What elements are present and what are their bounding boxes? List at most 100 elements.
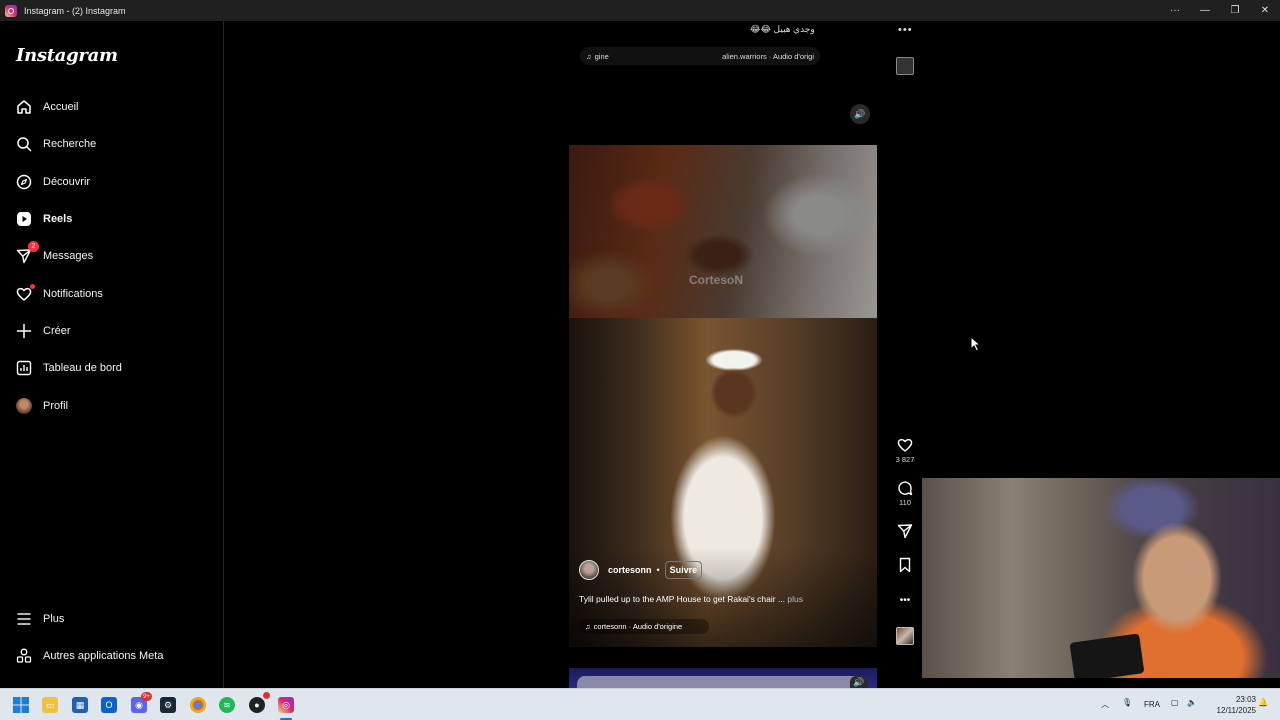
microphone-icon[interactable]: 🎙 (1122, 698, 1132, 707)
caption-more-link[interactable]: plus (787, 594, 803, 604)
outlook-icon[interactable]: O (101, 697, 117, 713)
volume-icon[interactable]: 🔊 (850, 104, 870, 124)
sidebar-item-label: Recherche (43, 138, 97, 150)
previous-reel-caption: وجدي هبيل 😂😂 (750, 24, 815, 34)
author-avatar[interactable] (579, 560, 599, 580)
more-options-icon[interactable]: ••• (896, 591, 914, 609)
audio-text-right: alien.warriors · Audio d'origi (722, 51, 814, 61)
sidebar-item-label: Accueil (43, 101, 79, 113)
sidebar-item-create[interactable]: Créer (16, 319, 206, 343)
sidebar: Instagram Accueil Recherche Découvrir Re… (0, 21, 224, 688)
video-watermark: CortesoN (689, 273, 744, 287)
separator: • (656, 565, 660, 575)
instagram-logo[interactable]: Instagram (16, 45, 118, 66)
chrome-icon[interactable] (190, 697, 206, 713)
close-button[interactable]: ✕ (1250, 0, 1280, 21)
follow-button[interactable]: Suivre (664, 561, 703, 579)
messenger-icon: 2 (16, 241, 39, 264)
obs-icon[interactable]: ● (249, 692, 270, 713)
like-action[interactable]: 3 827 (893, 436, 917, 464)
comment-action[interactable]: 110 (893, 479, 917, 507)
save-action[interactable] (893, 556, 917, 574)
reel-audio[interactable]: ♫ cortesonn · Audio d'origine (579, 619, 709, 634)
network-icon[interactable]: ▢ (1171, 698, 1179, 707)
more-action[interactable]: ••• (893, 591, 917, 609)
instagram-taskbar-icon[interactable]: ◎ (278, 697, 294, 713)
taskbar-clock[interactable]: 23:03 12/11/2025 (1204, 694, 1256, 716)
minimize-button[interactable]: — (1190, 0, 1220, 21)
heart-icon (16, 284, 35, 302)
sidebar-item-label: Notifications (43, 288, 103, 300)
sidebar-item-reels[interactable]: Reels (16, 207, 206, 231)
steam-icon[interactable]: ⚙ (160, 697, 176, 713)
volume-icon[interactable]: 🔊 (850, 676, 868, 688)
sidebar-item-messages[interactable]: 2 Messages (16, 241, 206, 268)
bookmark-icon[interactable] (896, 556, 914, 574)
previous-reel-audio[interactable]: ♫ gine alien.warriors · Audio d'origi (580, 47, 820, 65)
windows-start-icon[interactable] (13, 697, 29, 713)
microphone (1069, 633, 1145, 678)
notification-bell-icon[interactable]: 🔔 (1258, 698, 1268, 707)
sidebar-item-home[interactable]: Accueil (16, 95, 206, 119)
share-action[interactable] (893, 522, 917, 540)
video-top-clip: CortesoN (569, 145, 877, 318)
caption-text: Tylil pulled up to the AMP House to get … (579, 594, 786, 604)
reel-caption: Tylil pulled up to the AMP House to get … (579, 594, 803, 604)
store-icon[interactable]: ▦ (72, 697, 88, 713)
avatar (16, 398, 32, 414)
sidebar-item-more[interactable]: Plus (16, 607, 206, 631)
audio-text-left: gine (594, 51, 609, 61)
discord-badge: 9+ (141, 692, 152, 701)
dashboard-icon (16, 360, 32, 376)
language-indicator[interactable]: FRA (1144, 700, 1160, 709)
notification-dot (30, 284, 35, 289)
compass-icon (16, 174, 32, 190)
reels-icon (16, 211, 32, 227)
taskbar: ▭ ▦ O ◉ 9+ ⚙ ≋ ● ◎ ︿ 🎙 FRA ▢ 🔈 23:03 12/… (0, 688, 1280, 720)
meta-apps-icon (16, 648, 32, 664)
reel-author: cortesonn • Suivre (579, 560, 703, 580)
sidebar-item-notifications[interactable]: Notifications (16, 282, 206, 306)
next-reel-preview[interactable] (569, 668, 877, 688)
speaker-icon[interactable]: 🔈 (1187, 698, 1197, 707)
music-note-icon: ♫ (585, 622, 591, 631)
audio-text: cortesonn · Audio d'origine (593, 622, 683, 631)
share-icon[interactable] (896, 522, 914, 540)
tray-chevron-icon[interactable]: ︿ (1101, 699, 1109, 710)
window-controls: ··· — ❐ ✕ (1160, 0, 1280, 21)
sidebar-item-label: Autres applications Meta (43, 650, 164, 662)
audio-thumbnail[interactable] (896, 57, 914, 75)
discord-icon[interactable]: ◉ 9+ (131, 692, 152, 713)
spotify-icon[interactable]: ≋ (219, 697, 235, 713)
messages-badge: 2 (28, 241, 39, 252)
sidebar-item-search[interactable]: Recherche (16, 132, 206, 156)
music-note-icon: ♫ (586, 51, 592, 61)
webcam-overlay (922, 478, 1280, 678)
clock-date: 12/11/2025 (1216, 706, 1256, 715)
more-options-icon[interactable]: ••• (898, 24, 913, 36)
sidebar-item-explore[interactable]: Découvrir (16, 170, 206, 194)
sidebar-item-meta-apps[interactable]: Autres applications Meta (16, 644, 206, 668)
reel-video[interactable]: CortesoN cortesonn • Suivre Tylil pulled… (569, 145, 877, 647)
sidebar-item-profile[interactable]: Profil (16, 394, 206, 418)
comment-count: 110 (899, 498, 911, 507)
author-name[interactable]: cortesonn (608, 565, 652, 575)
search-icon (16, 136, 32, 152)
heart-icon[interactable] (896, 436, 914, 454)
more-options-icon[interactable]: ··· (1160, 0, 1190, 21)
audio-thumbnail[interactable] (896, 627, 914, 645)
sidebar-item-label: Messages (43, 250, 94, 262)
menu-icon (16, 611, 32, 627)
window-title: Instagram - (2) Instagram (24, 5, 126, 16)
comment-icon[interactable] (896, 479, 914, 497)
restore-button[interactable]: ❐ (1220, 0, 1250, 21)
window-titlebar: Instagram - (2) Instagram ··· — ❐ ✕ (0, 0, 1280, 21)
sidebar-item-dashboard[interactable]: Tableau de bord (16, 356, 206, 380)
sidebar-item-label: Reels (43, 213, 73, 225)
plus-icon (16, 323, 32, 339)
recording-badge (263, 692, 270, 699)
sidebar-item-label: Tableau de bord (43, 362, 122, 374)
file-explorer-icon[interactable]: ▭ (42, 697, 58, 713)
home-icon (16, 99, 32, 115)
like-count: 3 827 (895, 455, 915, 464)
